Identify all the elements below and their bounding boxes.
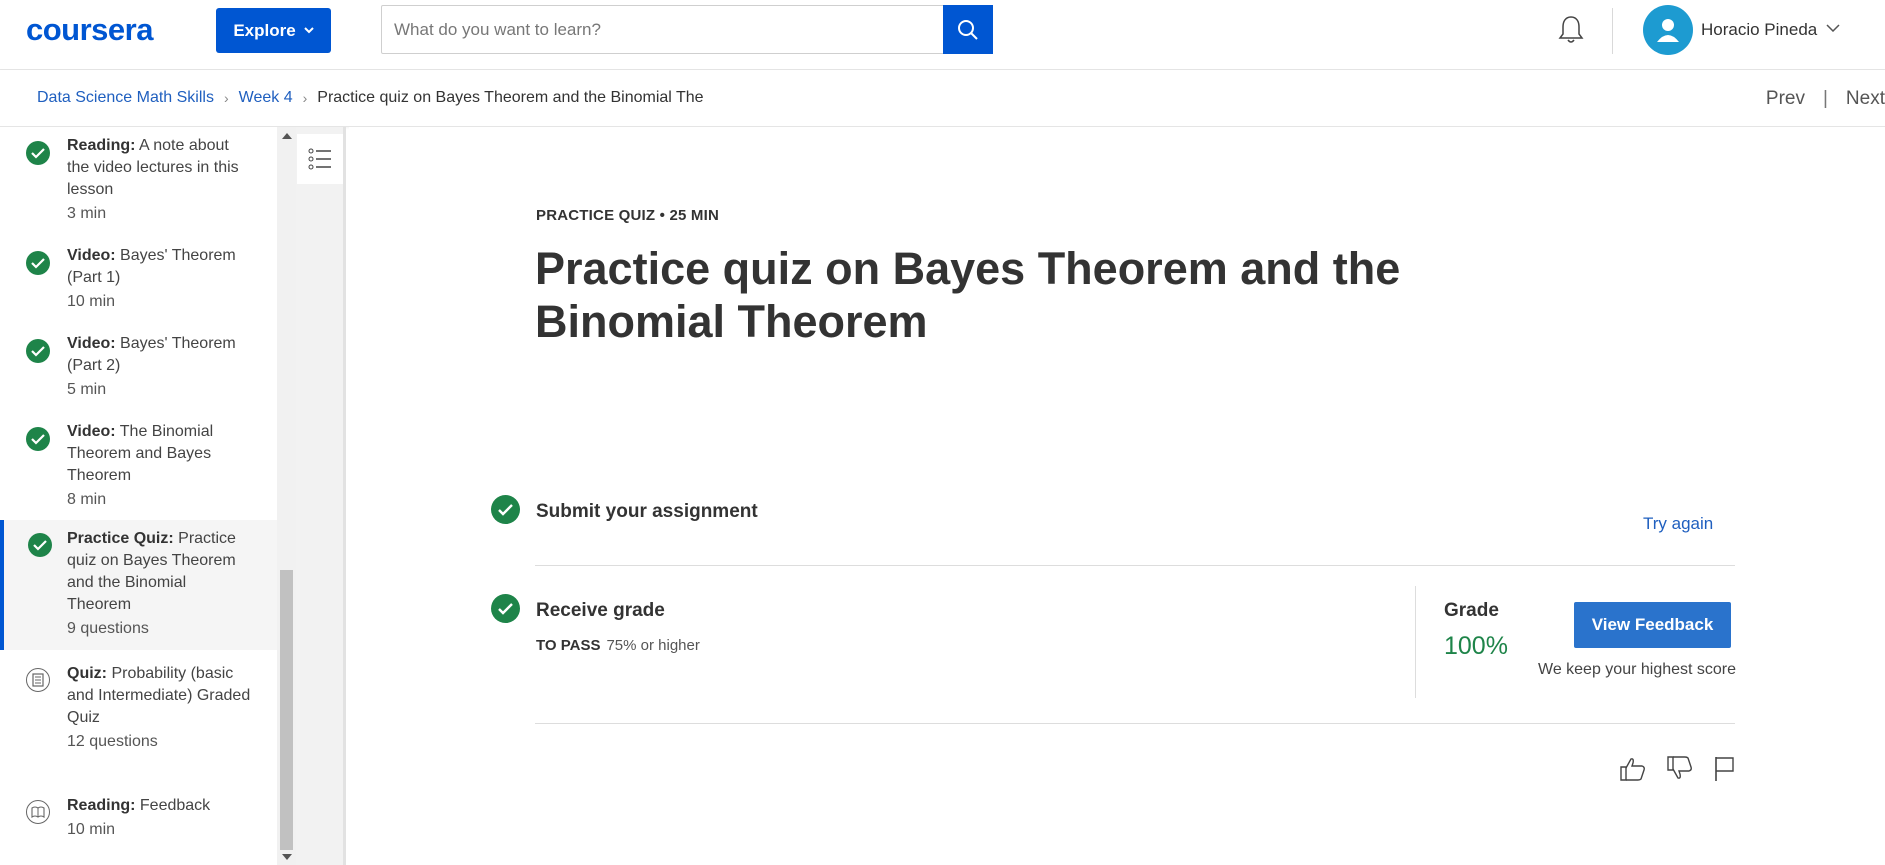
sidebar-scrollbar[interactable] [277,127,296,865]
thumbs-up-icon[interactable] [1619,755,1646,782]
chevron-down-icon [303,27,314,34]
breadcrumb-course[interactable]: Data Science Math Skills [37,89,214,107]
avatar[interactable] [1643,5,1693,55]
item-type-duration: PRACTICE QUIZ • 25 MIN [536,207,720,224]
flag-icon[interactable] [1713,755,1735,782]
item-kind: Practice Quiz: [67,530,174,547]
sidebar-item-text: Video: The Binomial Theorem and Bayes Th… [67,421,252,511]
item-kind: Reading: [67,797,136,814]
search-input[interactable] [382,6,966,53]
submit-assignment-title: Submit your assignment [536,501,758,522]
check-icon [26,251,50,275]
breadcrumb-week[interactable]: Week 4 [239,89,293,107]
item-meta: 10 min [67,821,116,838]
coursera-logo[interactable]: coursera [26,12,153,48]
search-box [381,5,993,54]
thumbs-down-icon[interactable] [1666,755,1693,782]
check-icon [491,495,520,524]
check-icon [491,594,520,623]
item-title: Feedback [135,797,211,814]
item-meta: 12 questions [67,733,158,750]
quiz-icon [26,668,50,692]
check-icon [26,427,50,451]
item-kind: Video: [67,335,116,352]
header-divider [1612,8,1613,54]
search-button[interactable] [943,5,993,54]
breadcrumb-current: Practice quiz on Bayes Theorem and the B… [317,89,704,106]
pass-requirement: TO PASS 75% or higher [536,637,700,654]
explore-label: Explore [233,20,296,40]
to-pass-value: 75% or higher [606,637,700,654]
main-content: PRACTICE QUIZ • 25 MIN Practice quiz on … [349,127,1885,865]
check-icon [28,533,52,557]
top-navigation-bar: coursera Explore Horacio Pineda [0,0,1885,70]
list-icon [308,148,331,170]
item-kind: Quiz: [67,665,107,682]
breadcrumb: Data Science Math Skills › Week 4 › Prac… [37,89,704,107]
item-meta: 9 questions [67,620,149,637]
breadcrumb-bar: Data Science Math Skills › Week 4 › Prac… [0,70,1885,127]
prev-next-nav: Prev | Next [1766,88,1885,110]
scrollbar-thumb[interactable] [280,570,293,850]
scroll-down-arrow-icon[interactable] [282,854,292,860]
bell-icon [1558,16,1584,43]
receive-grade-title: Receive grade [536,600,665,621]
check-icon [26,339,50,363]
sidebar-item-text: Video: Bayes' Theorem (Part 1) 10 min [67,245,252,313]
prev-next-separator: | [1822,88,1828,109]
user-name[interactable]: Horacio Pineda [1701,20,1817,40]
scroll-up-arrow-icon[interactable] [282,133,292,139]
item-meta: 3 min [67,205,107,222]
sidebar-item-text: Quiz: Probability (basic and Intermediat… [67,663,252,753]
chevron-right-icon: › [223,90,229,106]
toggle-outline-button[interactable] [297,134,343,184]
item-meta: 5 min [67,381,107,398]
sidebar-item-text: Practice Quiz: Practice quiz on Bayes Th… [67,528,252,640]
reading-icon [26,800,50,824]
highest-score-note: We keep your highest score [1538,661,1737,678]
prev-button[interactable]: Prev [1766,88,1805,110]
notifications-button[interactable] [1556,14,1586,51]
divider [535,565,1735,566]
sidebar-item-text: Reading: Feedback 10 min [67,795,252,841]
chevron-right-icon: › [302,90,308,106]
grade-label: Grade [1444,600,1499,621]
user-icon [1657,19,1679,42]
grade-divider [1415,586,1416,698]
next-button[interactable]: Next [1846,88,1885,110]
item-meta: 8 min [67,491,107,508]
view-feedback-button[interactable]: View Feedback [1574,602,1731,648]
search-icon [958,19,978,40]
item-kind: Video: [67,423,116,440]
grade-value: 100% [1444,632,1508,660]
explore-button[interactable]: Explore [216,8,331,53]
sidebar-item-text: Reading: A note about the video lectures… [67,135,252,225]
item-meta: 10 min [67,293,116,310]
item-kind: Reading: [67,137,136,154]
to-pass-label: TO PASS [536,637,601,654]
lesson-sidebar: Reading: A note about the video lectures… [0,127,277,865]
divider [535,723,1735,724]
page-title: Practice quiz on Bayes Theorem and the B… [535,243,1401,347]
sidebar-item-text: Video: Bayes' Theorem (Part 2) 5 min [67,333,252,401]
try-again-link[interactable]: Try again [1643,514,1713,534]
chevron-down-icon[interactable] [1826,24,1840,32]
sidebar-item-active[interactable]: Practice Quiz: Practice quiz on Bayes Th… [0,520,277,650]
check-icon [26,141,50,165]
item-kind: Video: [67,247,116,264]
feedback-actions [1619,755,1735,782]
outline-rail [296,127,346,865]
